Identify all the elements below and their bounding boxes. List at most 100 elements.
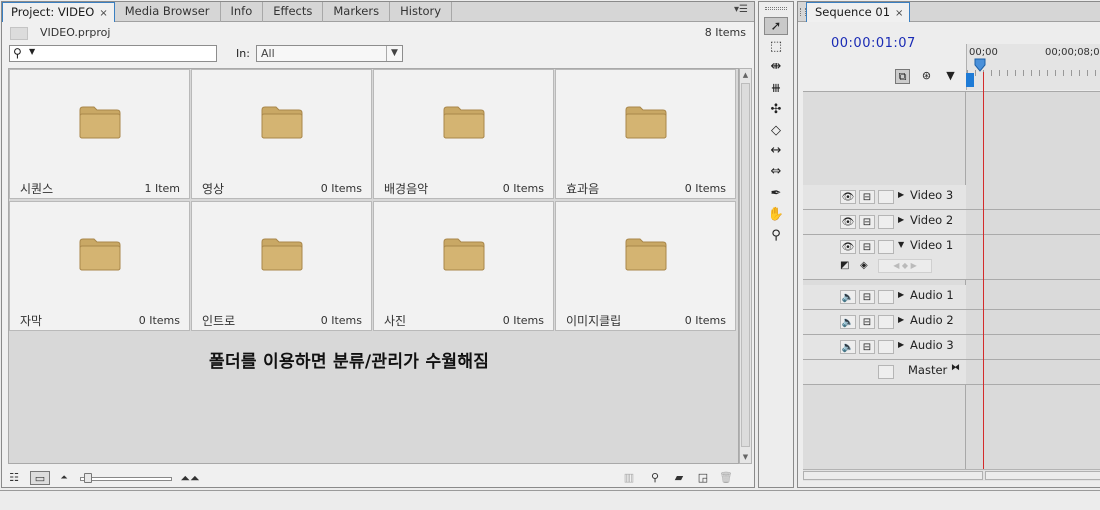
list-view-icon[interactable]: ☷ [6,471,22,485]
panel-grip[interactable] [765,7,787,10]
new-item-icon[interactable]: ◲ [695,471,711,485]
scroll-thumb[interactable] [741,83,750,447]
in-select[interactable]: All ▼ [256,45,403,62]
chevron-right-icon[interactable]: ▶ [898,190,904,199]
rate-stretch-tool-icon[interactable]: ✣ [764,101,788,119]
scroll-up-icon[interactable]: ▲ [740,69,751,81]
track-lane[interactable] [966,185,1100,210]
sync-lock-icon[interactable] [878,315,894,329]
bin-item[interactable]: 배경음악 0 Items [373,69,554,199]
zoom-out-icon[interactable]: ⏶ [58,471,70,485]
sync-lock-icon[interactable] [878,190,894,204]
hand-tool-icon[interactable]: ✋ [764,206,788,224]
sync-lock-icon[interactable] [878,365,894,379]
track-header[interactable]: 👁 ⊟ ▶ Video 3 [803,185,966,210]
sync-lock-icon[interactable] [878,290,894,304]
zoom-tool-icon[interactable]: ⚲ [764,227,788,245]
eye-icon[interactable]: 👁 [840,190,856,204]
lock-icon[interactable]: ⊟ [859,340,875,354]
timeline-scroll-thumb[interactable] [803,471,983,480]
track-lanes[interactable] [966,92,1100,470]
track-header[interactable]: 👁 ⊟ ▶ Video 2 [803,210,966,235]
track-header[interactable]: 👁 ⊟ ▼ Video 1 ◩ ◈ ◀ ◆ ▶ [803,235,966,280]
bin-item[interactable]: 인트로 0 Items [191,201,372,331]
display-style-icon[interactable]: ◩ [840,260,849,271]
vertical-scrollbar[interactable]: ▲ ▼ [739,68,752,464]
track-lane[interactable] [966,235,1100,280]
pen-tool-icon[interactable]: ✒ [764,185,788,203]
tab-info[interactable]: Info [221,2,264,22]
chevron-down-icon[interactable]: ▼ [898,240,904,249]
track-header[interactable]: 🔈 ⊟ ▶ Audio 3 [803,335,966,360]
tab-sequence-01[interactable]: Sequence 01 × [806,2,911,22]
tab-project[interactable]: Project: VIDEO × [2,2,115,22]
search-input[interactable] [40,47,210,60]
keyframe-icon[interactable]: ◈ [860,260,868,271]
search-field[interactable]: ⚲ ▼ [9,45,217,62]
bin-item[interactable]: 효과음 0 Items [555,69,736,199]
add-marker-icon[interactable]: ▼ [943,69,958,84]
close-icon[interactable]: × [99,8,107,19]
track-lane[interactable] [966,285,1100,310]
lock-icon[interactable]: ⊟ [859,215,875,229]
search-dropdown-icon[interactable]: ▼ [29,47,35,56]
bin-item[interactable]: 자막 0 Items [9,201,190,331]
clear-icon[interactable]: 🗑 [718,471,734,485]
close-icon[interactable]: × [895,8,903,19]
tab-effects[interactable]: Effects [263,2,324,22]
bin-item[interactable]: 이미지클립 0 Items [555,201,736,331]
track-header[interactable]: Master ⧓ [803,360,966,385]
work-area-start-marker[interactable] [966,73,974,87]
bin-item[interactable]: 영상 0 Items [191,69,372,199]
slip-tool-icon[interactable]: ↔ [764,142,788,160]
ripple-edit-tool-icon[interactable]: ⇼ [764,58,788,76]
lock-icon[interactable]: ⊟ [859,190,875,204]
lock-icon[interactable]: ⊟ [859,240,875,254]
new-bin-icon[interactable]: ▰ [670,471,688,485]
lock-icon[interactable]: ⊟ [859,315,875,329]
tab-history[interactable]: History [390,2,453,22]
playhead-handle-icon[interactable] [974,58,986,72]
razor-tool-icon[interactable]: ◇ [764,122,788,140]
zoom-slider-handle[interactable] [84,473,93,483]
snap-icon[interactable]: ⧉ [895,69,910,84]
chevron-right-icon[interactable]: ▶ [898,290,904,299]
bin-item[interactable]: 사진 0 Items [373,201,554,331]
sync-lock-icon[interactable] [878,215,894,229]
panel-menu-icon[interactable]: ▾☰ [734,4,748,15]
eye-icon[interactable]: 👁 [840,215,856,229]
track-header[interactable]: 🔈 ⊟ ▶ Audio 2 [803,310,966,335]
eye-icon[interactable]: 👁 [840,240,856,254]
slide-tool-icon[interactable]: ⇔ [764,163,788,181]
track-select-tool-icon[interactable]: ⬚ [764,38,788,56]
panel-grip[interactable] [800,8,806,16]
chevron-right-icon[interactable]: ▶ [898,215,904,224]
sync-lock-icon[interactable] [878,340,894,354]
sync-lock-icon[interactable] [878,240,894,254]
zoom-slider[interactable] [80,477,172,481]
lock-icon[interactable]: ⊟ [859,290,875,304]
tab-markers[interactable]: Markers [323,2,391,22]
speaker-icon[interactable]: 🔈 [840,290,856,304]
time-ruler[interactable]: 00;00 00;00;08;00 [966,44,1100,90]
track-header[interactable]: 🔈 ⊟ ▶ Audio 1 [803,285,966,310]
track-lane[interactable] [966,335,1100,360]
icon-view-icon[interactable]: ▭ [30,471,50,485]
keyframe-navigator[interactable]: ◀ ◆ ▶ [878,259,932,273]
zoom-in-icon[interactable]: ⏶⏶ [179,471,201,485]
selection-tool-icon[interactable]: ➚ [764,17,788,35]
set-encore-marker-icon[interactable]: ⊛ [919,69,934,84]
chevron-right-icon[interactable]: ▶ [898,340,904,349]
bin-item[interactable]: 시퀀스 1 Item [9,69,190,199]
timeline-horizontal-scrollbar[interactable] [803,469,1100,481]
speaker-icon[interactable]: 🔈 [840,315,856,329]
scroll-down-icon[interactable]: ▼ [740,451,751,463]
track-lane[interactable] [966,210,1100,235]
timecode-display[interactable]: 00:00:01:07 [831,36,916,51]
rolling-edit-tool-icon[interactable]: ⧻ [764,80,788,98]
track-lane[interactable] [966,360,1100,385]
track-lane[interactable] [966,310,1100,335]
speaker-icon[interactable]: 🔈 [840,340,856,354]
automate-icon[interactable]: ▥ [620,471,638,485]
chevron-right-icon[interactable]: ▶ [898,315,904,324]
